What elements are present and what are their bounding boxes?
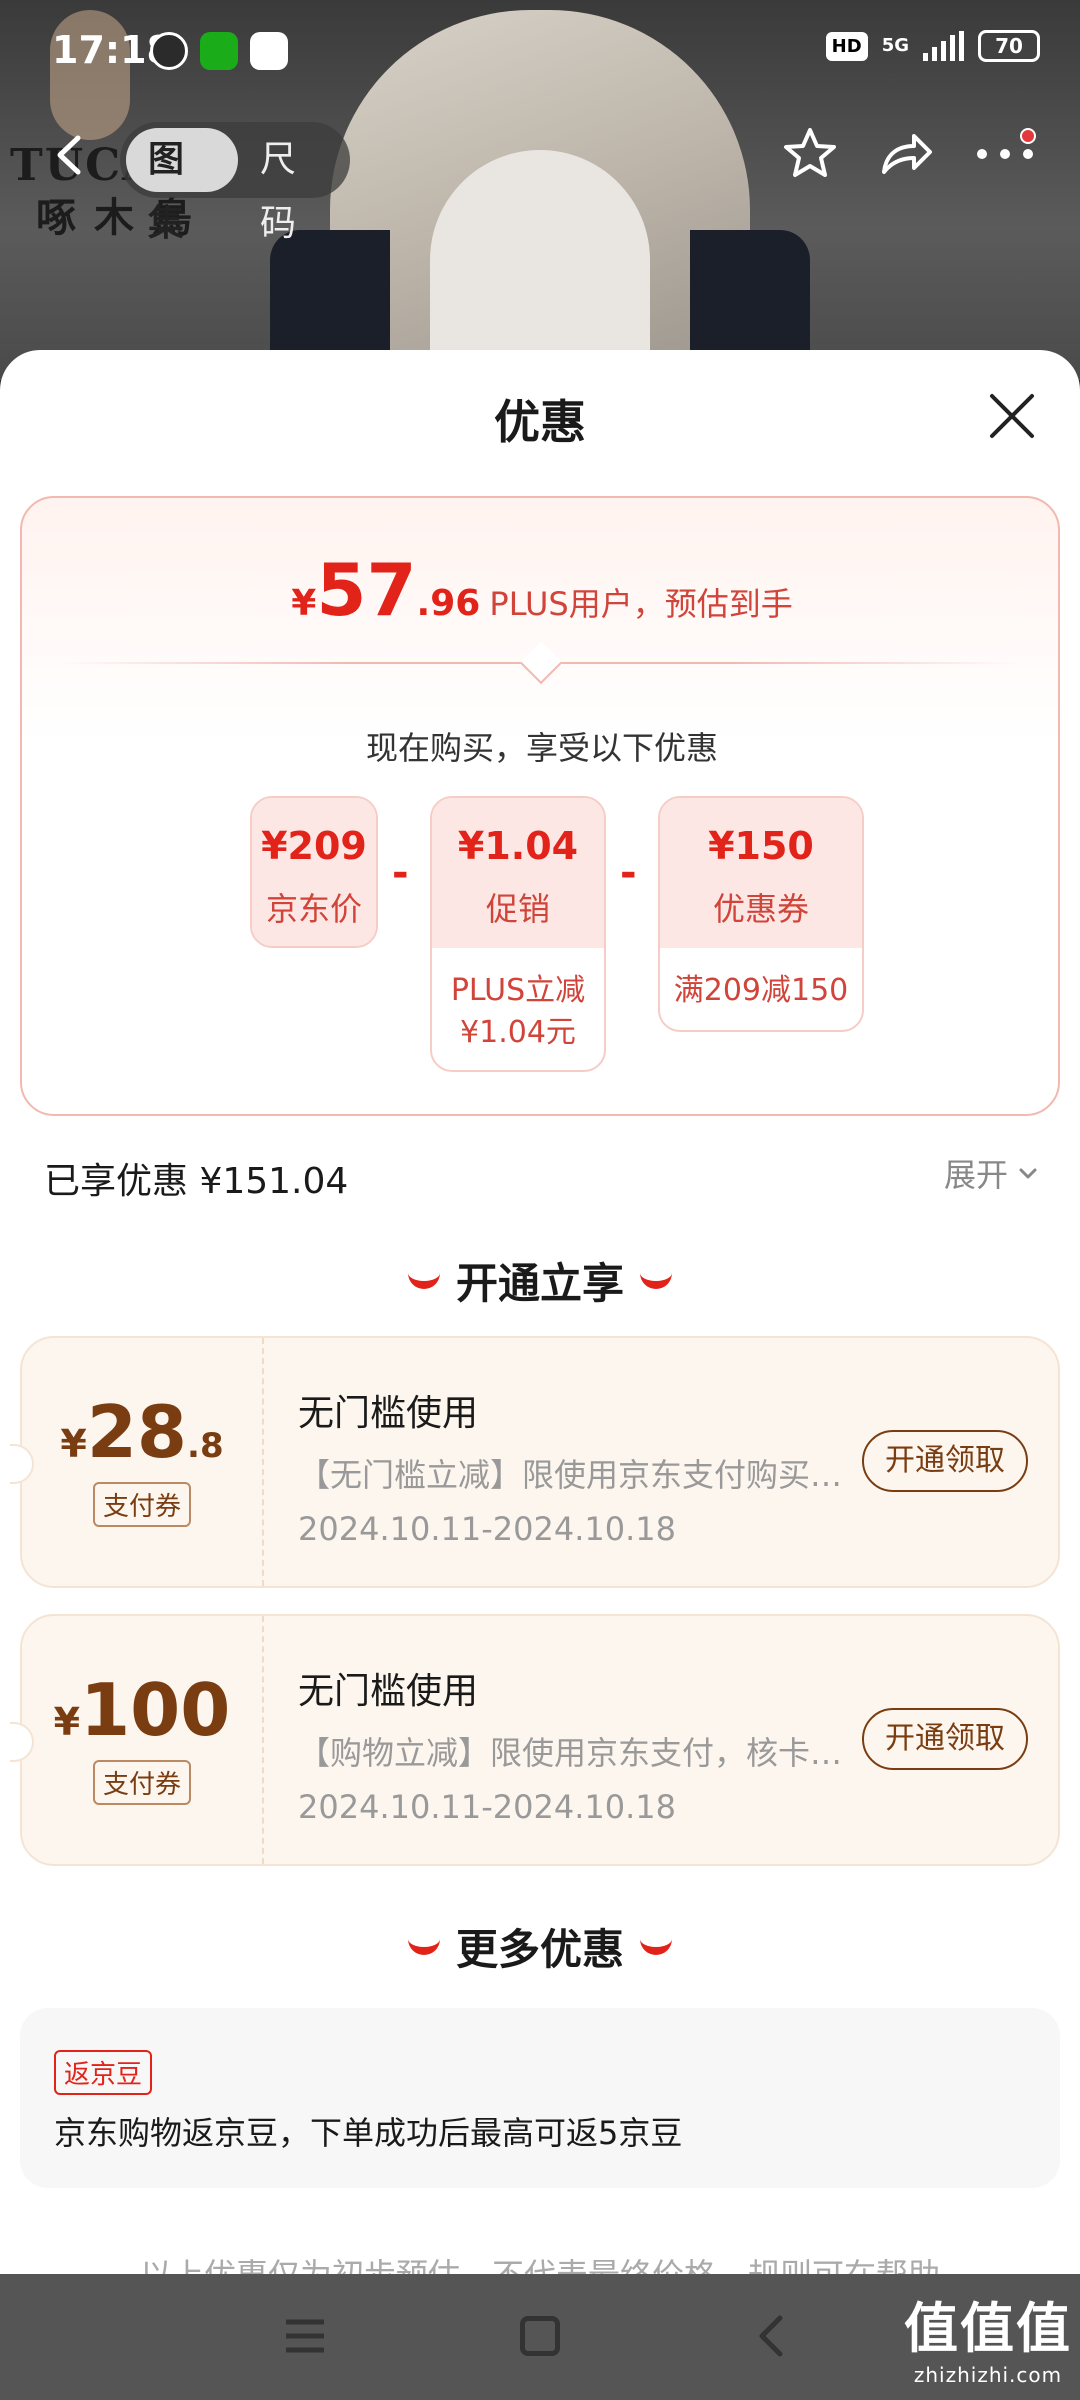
coupon-title: 无门槛使用 [298,1393,479,1434]
sheet-title: 优惠 [494,395,586,449]
price-item-caption: 促销 [485,890,550,928]
close-icon[interactable] [984,388,1040,444]
expand-label: 展开 [943,1156,1008,1194]
coupon-date: 2024.10.11-2024.10.18 [298,1510,676,1548]
coupon-date: 2024.10.11-2024.10.18 [298,1788,676,1826]
network-type: 5G [881,35,909,56]
signal-icon [923,31,964,61]
coupon-amount-panel: ¥100 支付券 [22,1616,264,1864]
coupon-card: ¥28.8 支付券 无门槛使用 【无门槛立减】限使用京东支付购买… 2024.1… [10,1336,1060,1588]
home-icon[interactable] [520,2316,560,2356]
share-icon[interactable] [876,124,936,184]
tab-gallery[interactable]: 图集 [126,128,238,244]
clock-app-icon [150,32,188,70]
discount-sheet: 优惠 ¥57.96 PLUS用户，预估到手 现在购买，享受以下优惠 ¥209 京… [0,350,1080,2280]
nav-back-icon[interactable] [752,2314,792,2358]
estimate-card: ¥57.96 PLUS用户，预估到手 现在购买，享受以下优惠 ¥209 京东价 … [20,496,1060,1116]
price-item-detail: PLUS立减 ¥1.04元 [450,973,586,1050]
coupon-title: 无门槛使用 [298,1671,479,1712]
section-open-header: 开通立享 [0,1250,1080,1311]
rebate-text: 京东购物返京豆，下单成功后最高可返5京豆 [54,2114,683,2152]
favorite-star-icon[interactable] [780,124,840,184]
price-item-coupon: ¥150 优惠券 满209减150 [658,796,864,1032]
chevron-down-icon [1019,1168,1037,1179]
smile-icon [640,1939,672,1955]
activate-claim-button[interactable]: 开通领取 [862,1708,1028,1770]
coupon-card: ¥100 支付券 无门槛使用 【购物立减】限使用京东支付，核卡… 2024.10… [10,1614,1060,1866]
hd-badge: HD [825,31,868,61]
buy-now-text: 现在购买，享受以下优惠 [365,729,718,767]
price-item-caption: 京东价 [265,890,362,928]
qq-icon [250,32,288,70]
price-item-value: ¥209 [261,824,367,868]
system-nav-bar: 值值值 zhizhizhi.com [0,2274,1080,2400]
price-item-caption: 优惠券 [712,890,809,928]
enjoyed-discount: 已享优惠 ¥151.04 [44,1161,349,1202]
price-item-jd: ¥209 京东价 [250,796,378,948]
minus-sign: - [620,850,637,896]
status-bar: 17:18 HD 5G 70 [0,0,1080,100]
watermark: 值值值 zhizhizhi.com [904,2297,1072,2387]
battery-icon: 70 [978,30,1040,62]
coupon-amount: ¥28.8 [60,1390,224,1474]
section-more-header: 更多优惠 [0,1916,1080,1977]
smile-icon [407,1273,440,1289]
price-item-detail: 满209减150 [673,973,849,1008]
expand-button[interactable]: 展开 [944,1150,1040,1196]
coupon-type-tag: 支付券 [92,1482,191,1527]
gallery-size-switch: 图集 尺码 [120,122,350,244]
estimated-price: ¥57.96 PLUS用户，预估到手 [291,548,793,632]
price-item-value: ¥1.04 [457,824,579,868]
coupon-amount: ¥100 [53,1668,231,1752]
smile-icon [640,1273,672,1289]
jingdou-rebate-card[interactable]: 返京豆 京东购物返京豆，下单成功后最高可返5京豆 [20,2008,1060,2188]
coupon-description: 【购物立减】限使用京东支付，核卡… [298,1734,843,1772]
price-item-promo: ¥1.04 促销 PLUS立减 ¥1.04元 [430,796,606,1072]
back-arrow-icon[interactable] [46,130,96,180]
coupon-type-tag: 支付券 [92,1760,191,1805]
notification-dot [1020,128,1036,144]
price-item-value: ¥150 [708,824,814,868]
coupon-description: 【无门槛立减】限使用京东支付购买… [298,1456,843,1494]
smile-icon [407,1939,440,1955]
minus-sign: - [392,850,409,896]
activate-claim-button[interactable]: 开通领取 [862,1430,1028,1492]
divider-notch [519,641,563,685]
top-nav: 图集 尺码 [0,110,1080,244]
rebate-tag: 返京豆 [54,2050,153,2095]
estimate-label: PLUS用户，预估到手 [489,585,793,623]
recent-apps-icon[interactable] [284,2318,326,2354]
tab-size[interactable]: 尺码 [238,128,350,244]
coupon-amount-panel: ¥28.8 支付券 [22,1338,264,1586]
wechat-icon [200,32,238,70]
